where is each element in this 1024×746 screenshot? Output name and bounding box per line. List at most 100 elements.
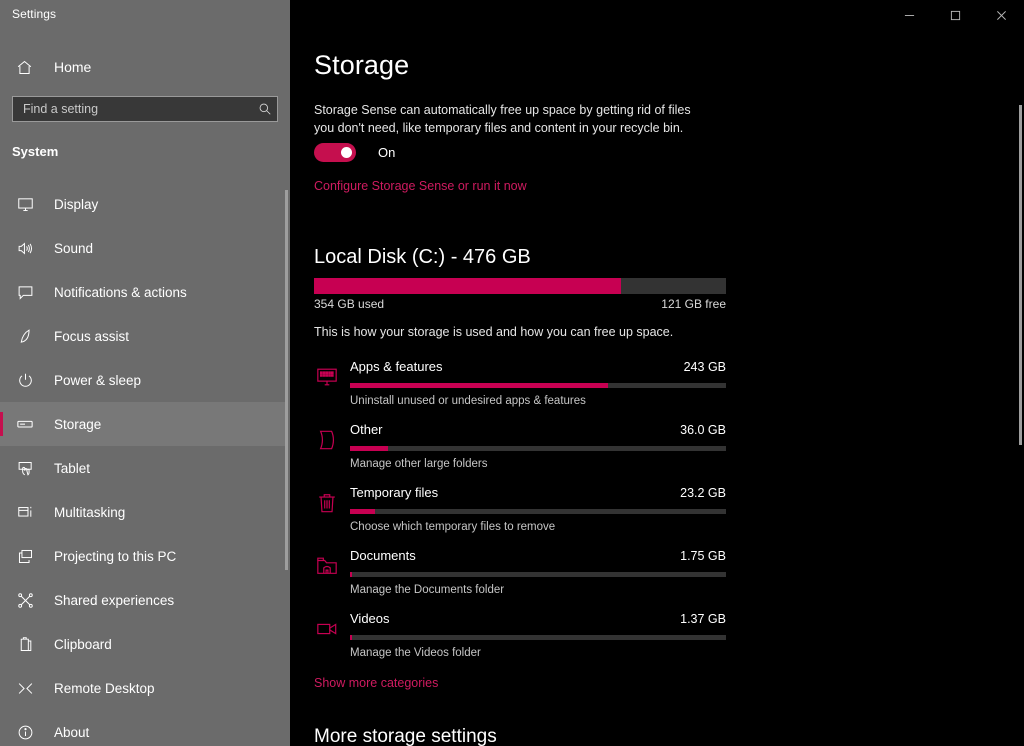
sidebar-scrollbar[interactable]	[285, 0, 288, 746]
share-icon	[14, 589, 36, 611]
configure-storage-sense-link[interactable]: Configure Storage Sense or run it now	[314, 179, 527, 193]
sidebar-item-tablet-label: Tablet	[54, 460, 91, 476]
sidebar-item-storage[interactable]: Storage	[0, 402, 286, 446]
minimize-button[interactable]	[886, 0, 932, 30]
search-input[interactable]	[13, 102, 253, 116]
sidebar-item-notifications-label: Notifications & actions	[54, 284, 187, 300]
storage-category-row[interactable]: Documents 1.75 GB Manage the Documents fol…	[314, 544, 726, 607]
storage-category-bar	[350, 509, 726, 514]
sidebar-item-power-sleep[interactable]: Power & sleep	[0, 358, 286, 402]
storage-category-name: Documents	[350, 548, 416, 563]
storage-category-name: Temporary files	[350, 485, 439, 500]
sidebar-item-sound[interactable]: Sound	[0, 226, 286, 270]
sidebar-item-remote-desktop-label: Remote Desktop	[54, 680, 155, 696]
storage-category-bar	[350, 635, 726, 640]
sidebar-item-tablet[interactable]: Tablet	[0, 446, 286, 490]
storage-category-row[interactable]: Other 36.0 GB Manage other large folders	[314, 418, 726, 481]
main-scrollbar-thumb[interactable]	[1019, 105, 1022, 445]
storage-sense-toggle-row: On	[314, 143, 395, 162]
storage-category-bar-fill	[350, 635, 352, 640]
sidebar-item-projecting-label: Projecting to this PC	[54, 548, 177, 564]
close-button[interactable]	[978, 0, 1024, 30]
sidebar-item-display-label: Display	[54, 196, 99, 212]
storage-category-header: Temporary files 23.2 GB	[350, 481, 726, 500]
storage-category-size: 23.2 GB	[680, 486, 726, 500]
sidebar-item-home[interactable]: Home	[0, 52, 278, 82]
sidebar-item-shared-experiences-label: Shared experiences	[54, 592, 175, 608]
monitor-icon	[14, 193, 36, 215]
sidebar-item-remote-desktop[interactable]: Remote Desktop	[0, 666, 286, 710]
notification-icon	[14, 281, 36, 303]
clipboard-icon	[14, 633, 36, 655]
home-icon	[14, 57, 34, 77]
selection-indicator	[0, 412, 3, 436]
sidebar-item-home-label: Home	[54, 59, 92, 75]
toggle-knob	[341, 147, 352, 158]
storage-category-row[interactable]: Temporary files 23.2 GB Choose which tempo…	[314, 481, 726, 544]
sidebar-item-multitasking-label: Multitasking	[54, 504, 126, 520]
trash-icon	[314, 490, 340, 516]
storage-category-row[interactable]: Apps & features 243 GB Uninstall unused or…	[314, 355, 726, 418]
storage-category-header: Videos 1.37 GB	[350, 607, 726, 626]
drive-icon	[14, 413, 36, 435]
disk-usage-fill	[314, 278, 621, 294]
main-content: Storage Storage Sense can automatically …	[290, 0, 1024, 746]
app-title: Settings	[12, 7, 57, 21]
sidebar-item-focus-assist-label: Focus assist	[54, 328, 130, 344]
storage-category-size: 1.75 GB	[680, 549, 726, 563]
storage-category-row[interactable]: Videos 1.37 GB Manage the Videos folder	[314, 607, 726, 670]
storage-category-size: 243 GB	[683, 360, 726, 374]
disk-free-label: 121 GB free	[661, 297, 726, 311]
storage-category-subtitle: Manage the Documents folder	[350, 584, 505, 596]
sidebar-item-multitasking[interactable]: Multitasking	[0, 490, 286, 534]
local-disk-title: Local Disk (C:) - 476 GB	[314, 246, 531, 268]
apps-monitor-icon	[314, 364, 340, 390]
page-title: Storage	[314, 50, 410, 80]
storage-category-bar-fill	[350, 446, 389, 451]
storage-sense-toggle[interactable]	[314, 143, 356, 162]
search-box[interactable]	[12, 96, 278, 122]
storage-category-subtitle: Manage the Videos folder	[350, 647, 481, 659]
storage-category-name: Apps & features	[350, 359, 443, 374]
sidebar-nav-list: Display Sound Notifications & actions Fo…	[0, 182, 286, 746]
tablet-icon	[14, 457, 36, 479]
storage-category-bar-fill	[350, 383, 608, 388]
sidebar-item-sound-label: Sound	[54, 240, 94, 256]
disk-usage-legend: 354 GB used 121 GB free	[314, 297, 726, 311]
maximize-button[interactable]	[932, 0, 978, 30]
storage-usage-note: This is how your storage is used and how…	[314, 325, 674, 339]
multitasking-icon	[14, 501, 36, 523]
storage-category-header: Documents 1.75 GB	[350, 544, 726, 563]
storage-category-bar	[350, 446, 726, 451]
page-icon	[314, 427, 340, 453]
sidebar-item-clipboard[interactable]: Clipboard	[0, 622, 286, 666]
moon-icon	[14, 325, 36, 347]
storage-category-header: Apps & features 243 GB	[350, 355, 726, 374]
storage-category-header: Other 36.0 GB	[350, 418, 726, 437]
sidebar-item-projecting[interactable]: Projecting to this PC	[0, 534, 286, 578]
search-icon[interactable]	[253, 97, 277, 121]
settings-window: Settings Home System	[0, 0, 1024, 746]
storage-category-subtitle: Uninstall unused or undesired apps & fea…	[350, 395, 586, 407]
main-scrollbar[interactable]	[1019, 30, 1022, 746]
storage-category-bar	[350, 572, 726, 577]
storage-category-size: 1.37 GB	[680, 612, 726, 626]
video-camera-icon	[314, 616, 340, 642]
sidebar-item-about-label: About	[54, 724, 90, 740]
storage-category-bar-fill	[350, 572, 352, 577]
storage-category-subtitle: Manage other large folders	[350, 458, 488, 470]
sidebar-section-heading: System	[12, 144, 59, 159]
show-more-categories-link[interactable]: Show more categories	[314, 676, 438, 690]
storage-category-bar	[350, 383, 726, 388]
sidebar-item-focus-assist[interactable]: Focus assist	[0, 314, 286, 358]
sidebar-item-notifications[interactable]: Notifications & actions	[0, 270, 286, 314]
projecting-icon	[14, 545, 36, 567]
sidebar-scrollbar-thumb[interactable]	[285, 190, 288, 570]
sidebar-item-display[interactable]: Display	[0, 182, 286, 226]
more-storage-settings-heading: More storage settings	[314, 726, 497, 746]
documents-folder-icon	[314, 553, 340, 579]
sidebar-item-shared-experiences[interactable]: Shared experiences	[0, 578, 286, 622]
remote-desktop-icon	[14, 677, 36, 699]
sidebar-item-about[interactable]: About	[0, 710, 286, 746]
window-controls	[886, 0, 1024, 30]
